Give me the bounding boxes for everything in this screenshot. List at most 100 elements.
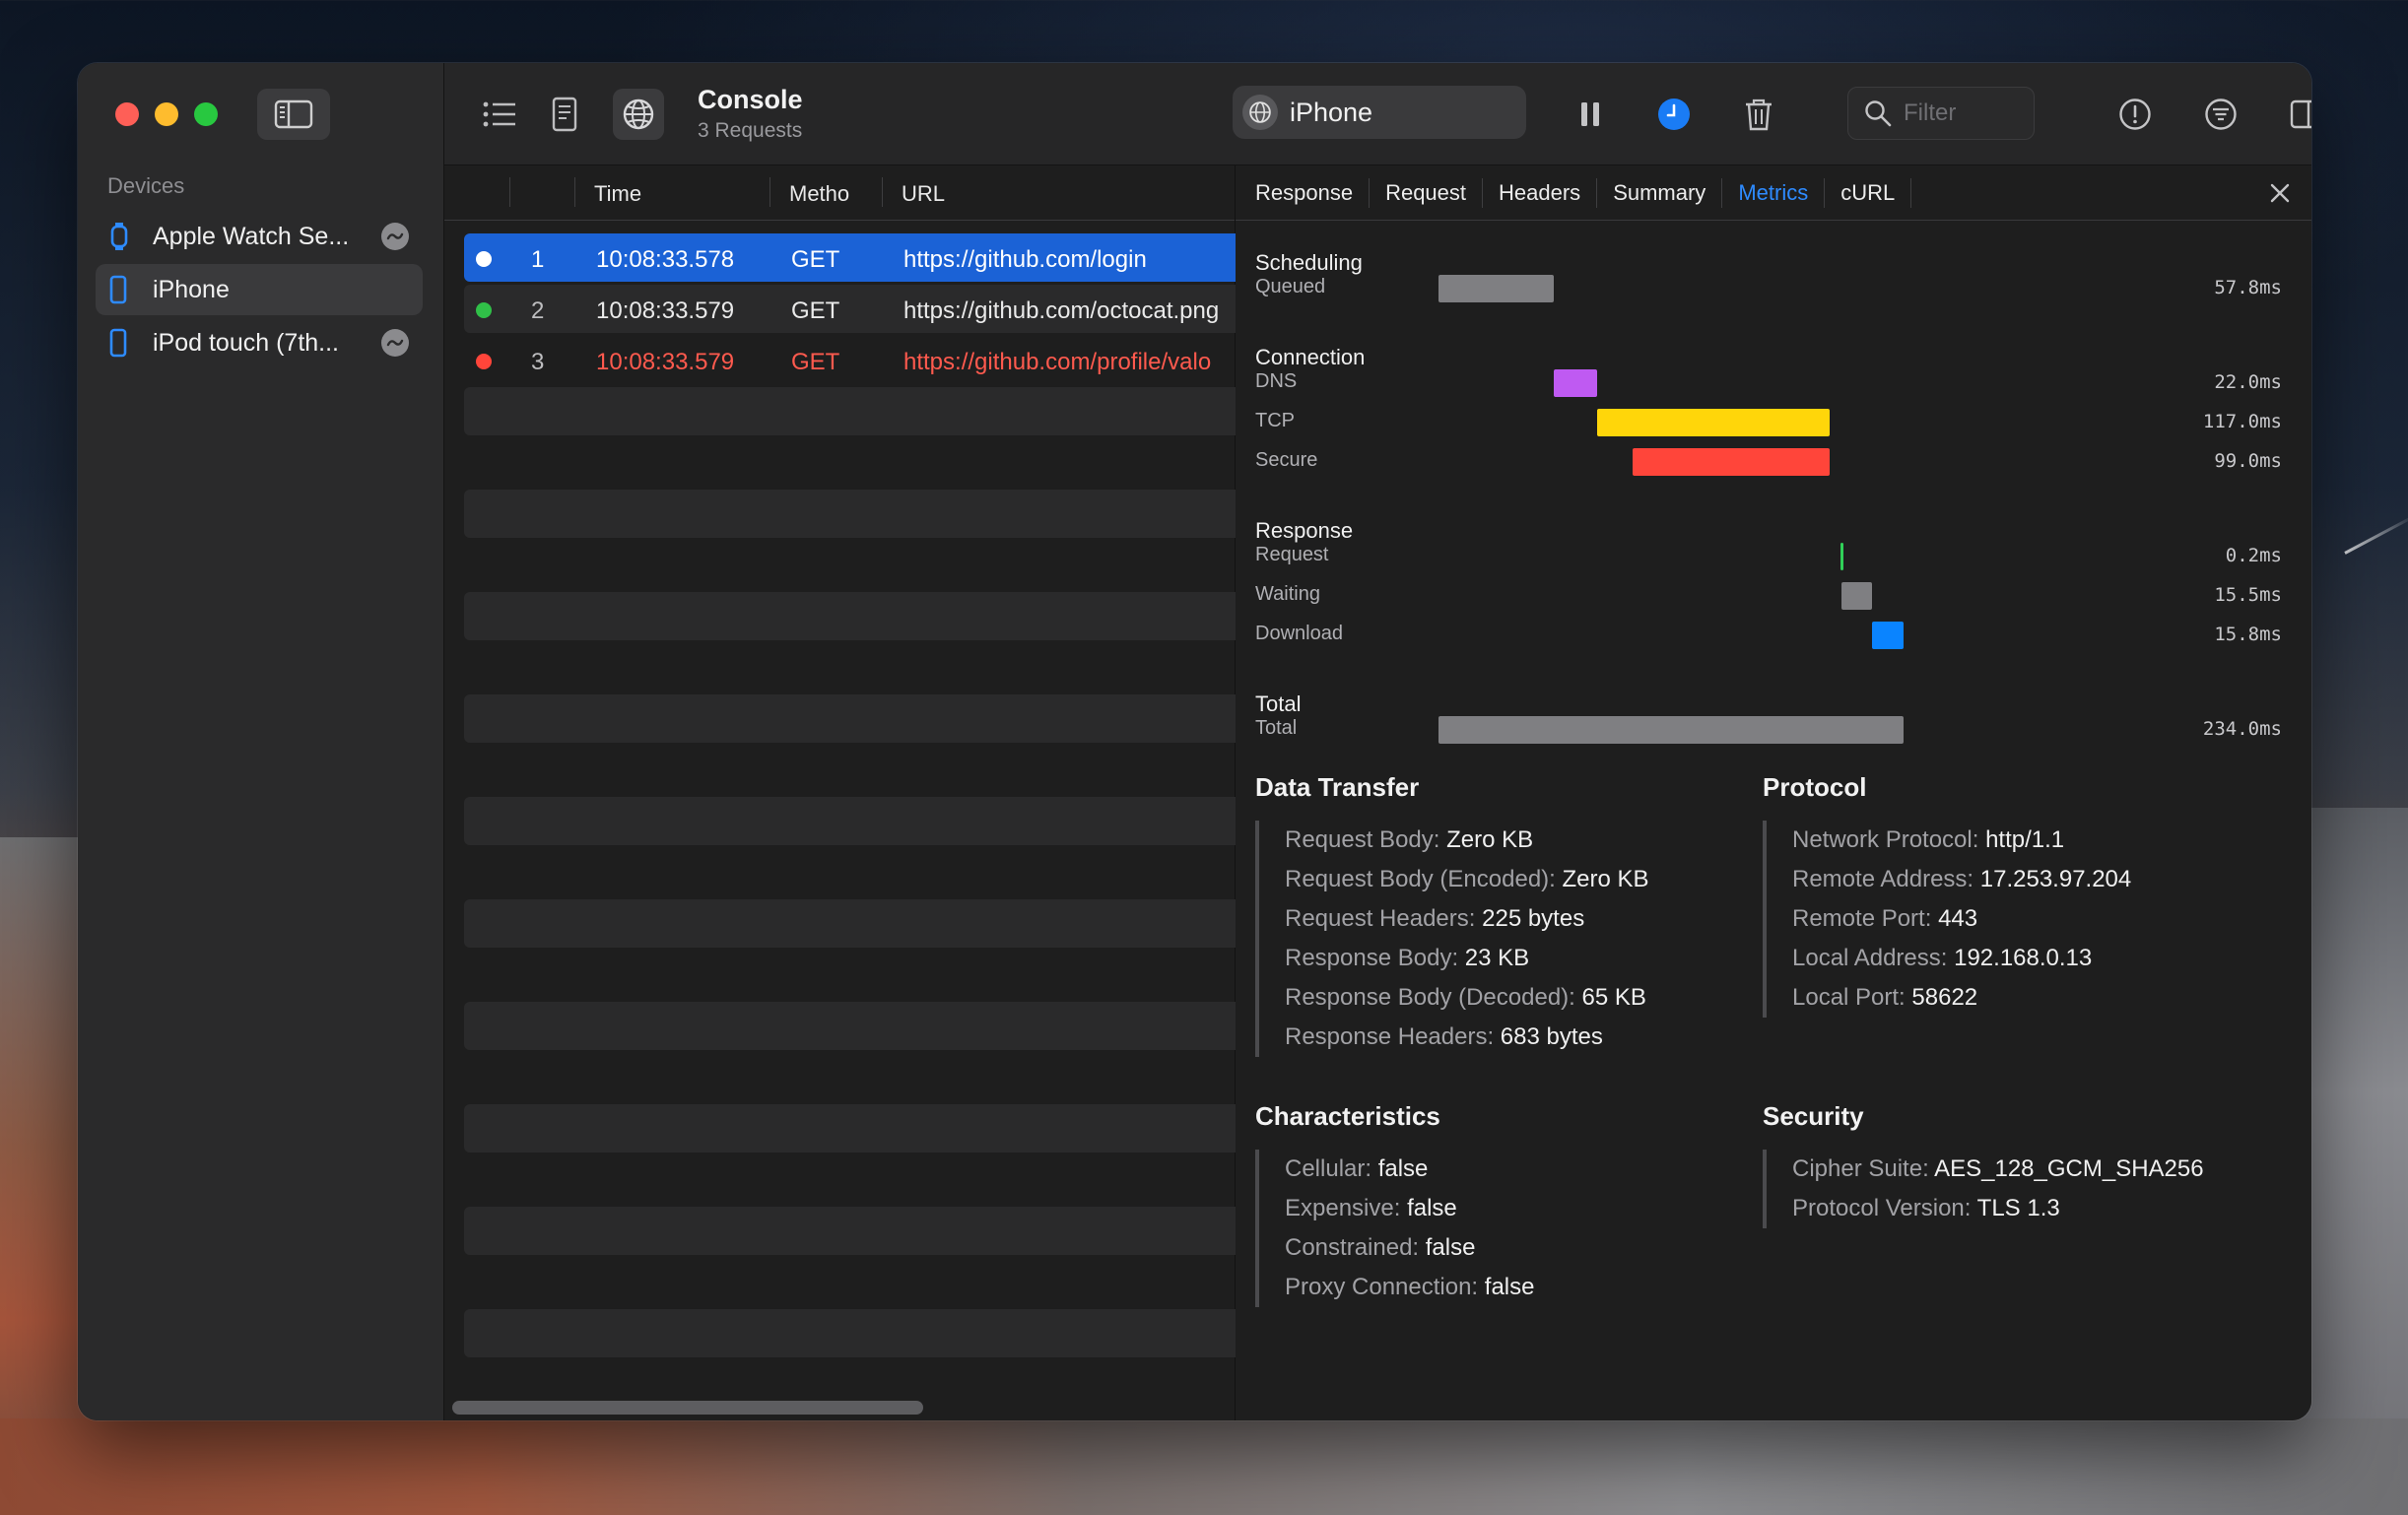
empty-row <box>464 797 1236 845</box>
minimize-window-button[interactable] <box>155 102 178 126</box>
filter-circle-icon <box>2205 99 2237 130</box>
horizontal-scrollbar[interactable] <box>452 1401 923 1415</box>
column-divider <box>574 177 575 207</box>
tab-metrics[interactable]: Metrics <box>1722 177 1826 208</box>
row-method: GET <box>791 246 840 273</box>
globe-icon <box>1242 95 1278 130</box>
info-value: 58622 <box>1911 984 1978 1011</box>
column-header-url[interactable]: URL <box>902 181 945 207</box>
watch-icon <box>109 222 135 251</box>
metric-label: Secure <box>1255 449 1318 471</box>
info-row: Remote Port: 443 <box>1792 899 2131 939</box>
document-icon <box>552 97 577 132</box>
info-value: 192.168.0.13 <box>1954 945 2093 971</box>
document-button[interactable] <box>539 89 590 140</box>
iphone-icon <box>109 275 135 304</box>
row-number: 1 <box>531 246 545 273</box>
empty-row <box>464 438 1236 487</box>
info-value: false <box>1377 1155 1429 1182</box>
info-row: Local Port: 58622 <box>1792 978 2131 1018</box>
metric-value: 15.5ms <box>2214 584 2282 606</box>
metric-bar <box>1840 582 1873 610</box>
info-value: 225 bytes <box>1482 905 1585 932</box>
table-row[interactable]: 1 10:08:33.578 GET https://github.com/lo… <box>464 233 1236 282</box>
info-row: Cellular: false <box>1285 1150 1534 1189</box>
info-value: false <box>1484 1274 1535 1300</box>
info-value: 23 KB <box>1464 945 1530 971</box>
metric-label: Request <box>1255 544 1329 565</box>
filters-button[interactable] <box>2195 89 2246 140</box>
zoom-window-button[interactable] <box>194 102 218 126</box>
metric-value: 15.8ms <box>2214 624 2282 645</box>
info-value: AES_128_GCM_SHA256 <box>1934 1155 2204 1182</box>
empty-row <box>464 899 1236 948</box>
connection-badge-icon <box>381 329 409 357</box>
row-time: 10:08:33.579 <box>596 297 735 324</box>
tab-summary[interactable]: Summary <box>1597 177 1723 208</box>
filter-field[interactable] <box>1847 87 2035 140</box>
empty-row <box>464 541 1236 589</box>
metrics-info: Data Transfer Request Body: Zero KB Reque… <box>1255 772 2292 1420</box>
empty-row <box>464 1002 1236 1050</box>
tab-curl[interactable]: cURL <box>1825 177 1912 208</box>
metric-label: TCP <box>1255 410 1295 431</box>
sidebar-toggle-button[interactable] <box>257 89 330 140</box>
sidebar-item-iphone[interactable]: iPhone <box>96 264 423 315</box>
info-row: Constrained: false <box>1285 1228 1534 1268</box>
section-title: Security <box>1763 1101 1864 1131</box>
network-button[interactable] <box>613 89 664 140</box>
detail-pane: Response Request Headers Summary Metrics… <box>1236 165 2311 1420</box>
empty-row <box>464 1309 1236 1357</box>
clear-button[interactable] <box>1733 89 1784 140</box>
metric-value: 0.2ms <box>2225 545 2282 566</box>
info-row: Proxy Connection: false <box>1285 1268 1534 1307</box>
info-value: 683 bytes <box>1500 1023 1603 1050</box>
filter-input[interactable] <box>1904 99 2022 127</box>
column-header-time[interactable]: Time <box>594 181 641 207</box>
metric-bar <box>1438 275 1554 302</box>
empty-row <box>464 387 1236 435</box>
tab-headers[interactable]: Headers <box>1483 177 1598 208</box>
column-header-method[interactable]: Metho <box>789 181 849 207</box>
metric-label: DNS <box>1255 370 1298 392</box>
data-transfer-section: Data Transfer Request Body: Zero KB Reque… <box>1255 772 1649 1057</box>
tab-response[interactable]: Response <box>1255 177 1371 208</box>
protocol-section: Protocol Network Protocol: http/1.1 Remot… <box>1763 772 2131 1018</box>
tab-request[interactable]: Request <box>1370 177 1484 208</box>
sidebar-item-apple-watch[interactable]: Apple Watch Se... <box>96 211 423 262</box>
empty-row <box>464 951 1236 999</box>
empty-row <box>464 490 1236 538</box>
row-url: https://github.com/octocat.png <box>903 297 1220 324</box>
wallpaper-rocks <box>0 837 89 1515</box>
row-number: 3 <box>531 349 545 375</box>
info-key: Cellular: <box>1285 1155 1372 1182</box>
wallpaper-comet <box>2344 514 2408 555</box>
empty-row <box>464 1155 1236 1204</box>
list-icon <box>483 101 515 127</box>
list-view-button[interactable] <box>474 89 525 140</box>
row-time: 10:08:33.578 <box>596 246 735 273</box>
pause-button[interactable] <box>1565 89 1616 140</box>
device-picker[interactable]: iPhone <box>1233 86 1526 139</box>
info-row: Response Body (Decoded): 65 KB <box>1285 978 1649 1018</box>
row-number: 2 <box>531 297 545 324</box>
info-row: Request Body: Zero KB <box>1285 821 1649 860</box>
sidebar-icon <box>274 99 313 129</box>
inspector-toggle-button[interactable] <box>2281 89 2311 140</box>
metrics-group-title: Connection <box>1255 345 1366 369</box>
timeline-button[interactable] <box>1648 89 1700 140</box>
status-dot <box>476 302 492 318</box>
row-time: 10:08:33.579 <box>596 349 735 375</box>
toolbar: Console 3 Requests iPhone <box>444 63 2311 165</box>
row-method: GET <box>791 349 840 375</box>
errors-filter-button[interactable] <box>2109 89 2161 140</box>
info-row: Response Body: 23 KB <box>1285 939 1649 978</box>
metric-label: Download <box>1255 623 1343 644</box>
table-row[interactable]: 2 10:08:33.579 GET https://github.com/oc… <box>464 285 1236 333</box>
close-window-button[interactable] <box>115 102 139 126</box>
metrics-group-title: Total <box>1255 692 1302 716</box>
table-row[interactable]: 3 10:08:33.579 GET https://github.com/pr… <box>464 336 1236 384</box>
exclamation-circle-icon <box>2119 99 2151 130</box>
sidebar-item-ipod[interactable]: iPod touch (7th... <box>96 317 423 368</box>
close-icon[interactable] <box>2266 179 2294 207</box>
